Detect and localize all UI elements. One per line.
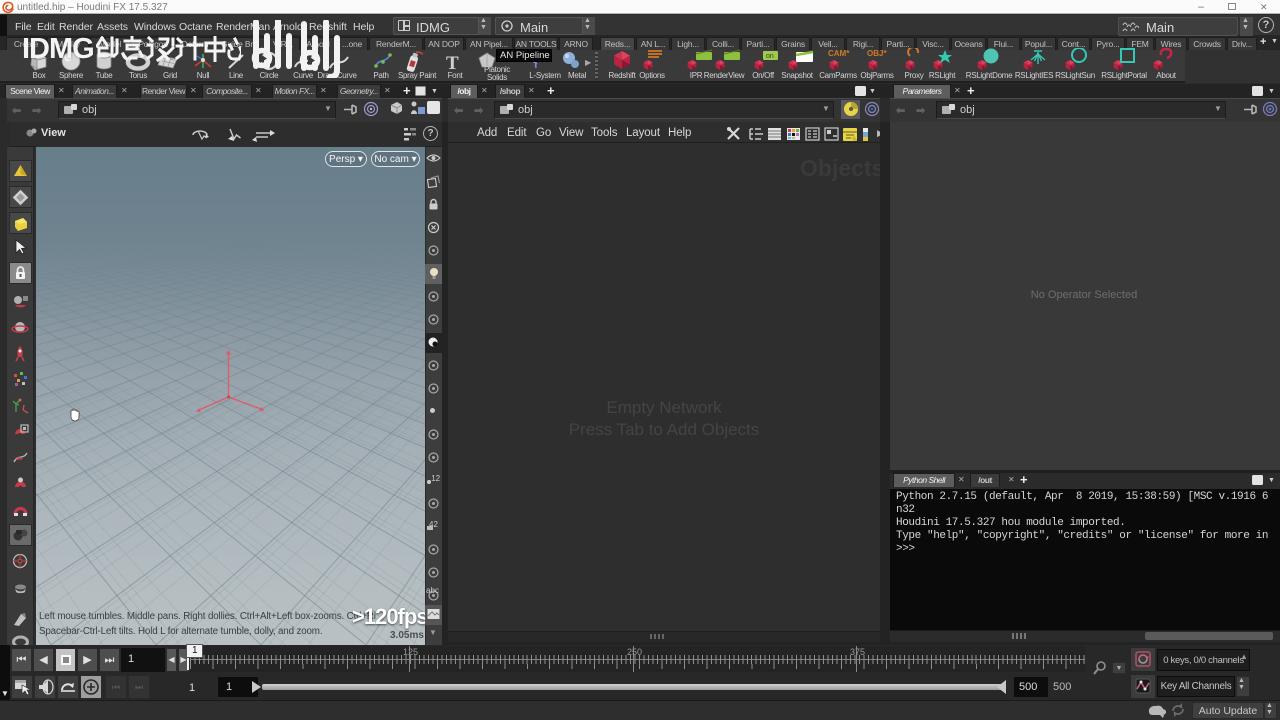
svg-text:on: on xyxy=(766,53,774,60)
svg-text:OBJ*: OBJ* xyxy=(867,49,887,58)
svg-text:CAM*: CAM* xyxy=(828,49,850,58)
